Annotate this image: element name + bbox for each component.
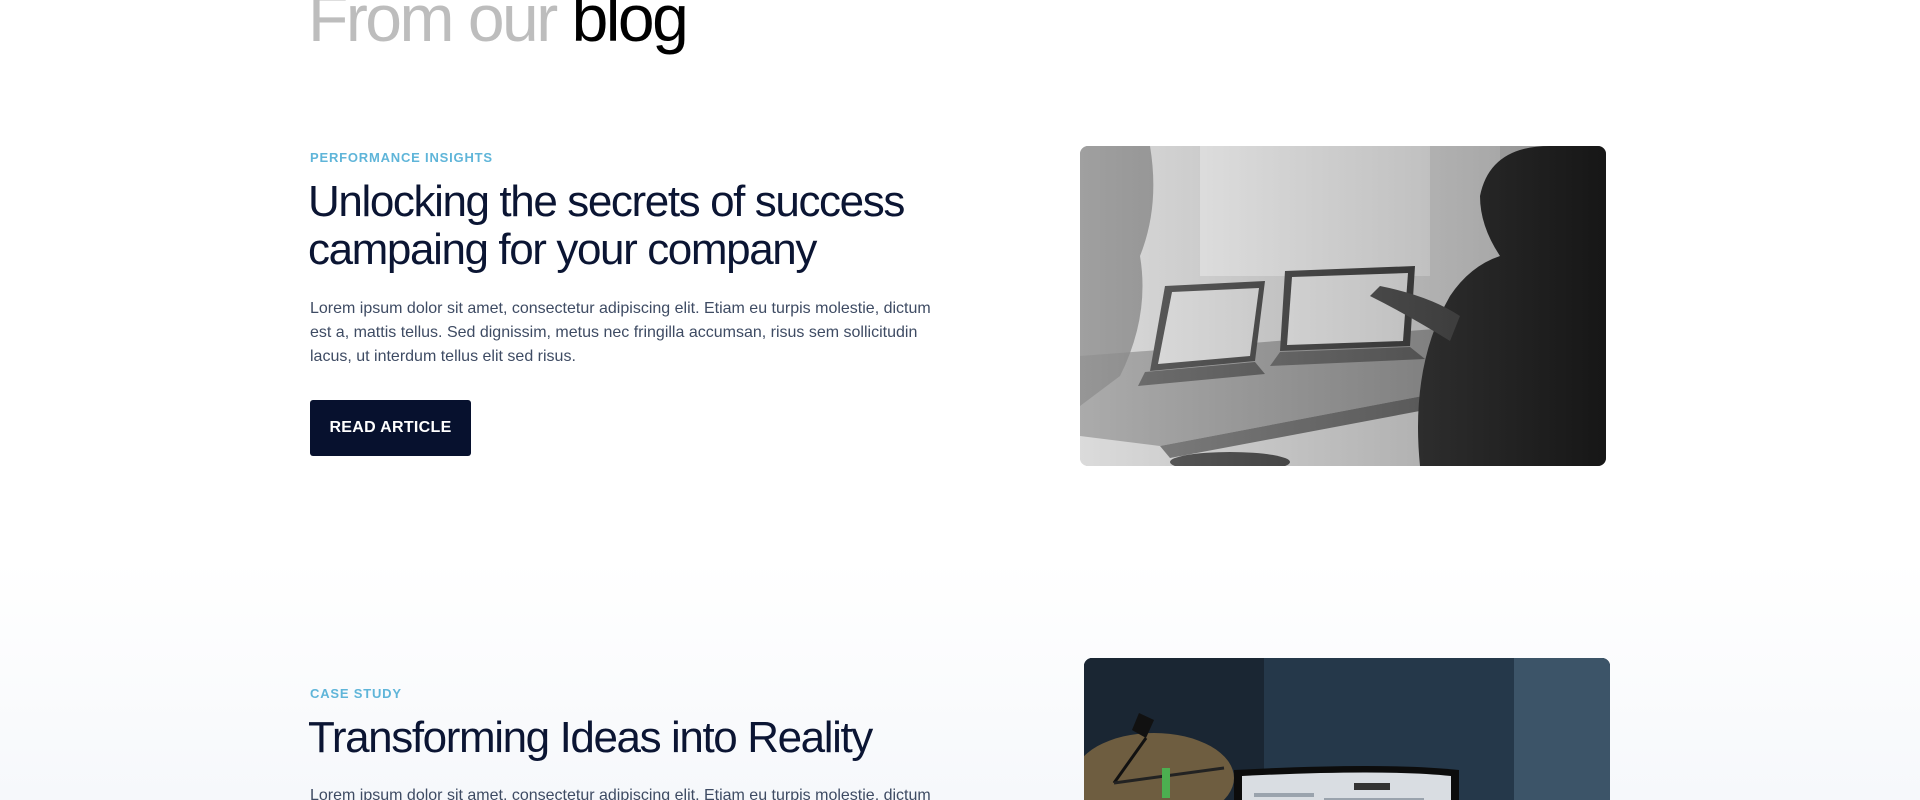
post-title[interactable]: Transforming Ideas into Reality (308, 714, 928, 762)
post-title[interactable]: Unlocking the secrets of success campain… (308, 178, 928, 274)
post-excerpt: Lorem ipsum dolor sit amet, consectetur … (310, 300, 931, 365)
post-category[interactable]: PERFORMANCE INSIGHTS (310, 150, 493, 165)
desk-monitor-photo[interactable] (1084, 658, 1610, 800)
section-heading-strong: blog (571, 0, 689, 55)
section-heading: From our blog (308, 0, 689, 58)
office-laptops-photo[interactable] (1080, 146, 1606, 466)
desk-monitor-illustration (1084, 658, 1610, 800)
office-laptops-illustration (1080, 146, 1606, 466)
section-heading-muted: From our (308, 0, 558, 55)
post-excerpt: Lorem ipsum dolor sit amet, consectetur … (310, 787, 931, 800)
read-article-button[interactable]: READ ARTICLE (310, 400, 471, 456)
lower-background-band (0, 560, 1920, 800)
post-category[interactable]: CASE STUDY (310, 686, 402, 701)
blog-section: From our blog PERFORMANCE INSIGHTS Unloc… (0, 0, 1920, 800)
